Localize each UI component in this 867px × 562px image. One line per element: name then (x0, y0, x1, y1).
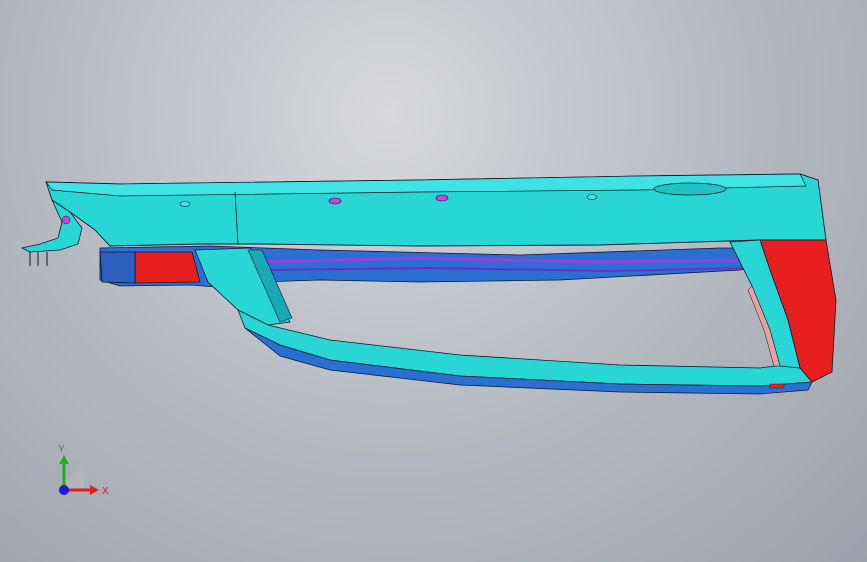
y-axis-label: Y (58, 444, 65, 455)
left-red-bracket (134, 251, 201, 284)
y-axis-arrowhead (59, 455, 69, 464)
x-axis-label: X (102, 486, 109, 497)
bumper-model[interactable] (0, 0, 867, 562)
cad-3d-viewport[interactable]: Y X (0, 0, 867, 562)
mount-hole-2 (435, 194, 449, 202)
coordinate-triad: Y X (58, 444, 109, 497)
lower-lip-band (237, 309, 813, 387)
mount-hole-3 (179, 201, 191, 207)
z-axis-dot (59, 485, 69, 495)
mount-hole-1 (328, 197, 342, 205)
left-clip-magenta (61, 215, 71, 225)
right-bottom-marker (769, 383, 785, 389)
mount-hole-4 (586, 194, 598, 200)
left-blue-block (99, 251, 136, 284)
x-axis-arrowhead (90, 485, 99, 495)
top-oval-feature (653, 182, 727, 196)
